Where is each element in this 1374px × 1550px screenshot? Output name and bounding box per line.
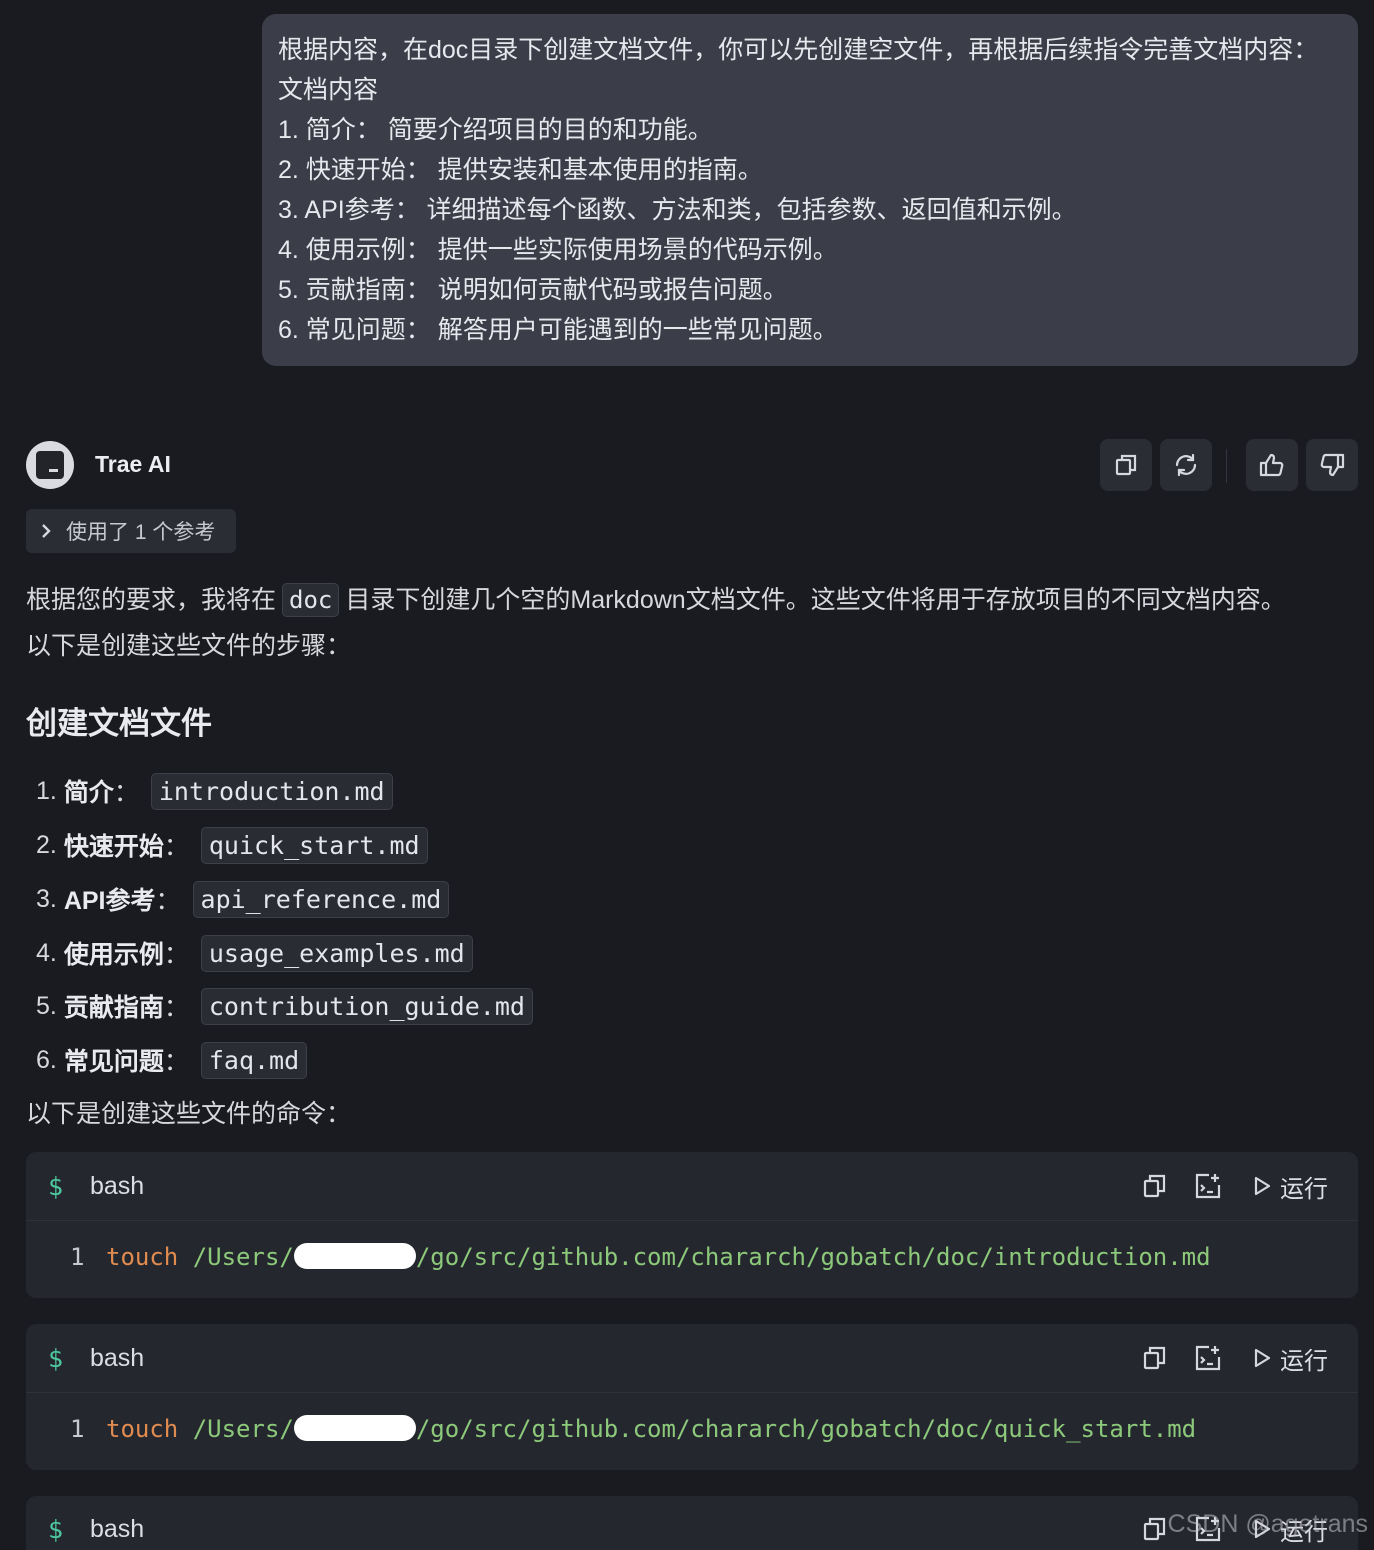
list-number: 1. [36,776,57,805]
line-number: 1 [70,1243,85,1271]
list-label: 贡献指南 [63,994,164,1022]
list-item: 6. 常见问题： faq.md [36,1040,308,1080]
user-message-line: 2. 快速开始： 提供安装和基本使用的指南。 [278,156,763,184]
assistant-header: Trae AI [26,439,1358,491]
inline-code: doc [282,583,340,617]
inline-code: api_reference.md [192,880,450,918]
list-number: 3. [36,884,57,913]
insert-terminal-button[interactable] [1194,1344,1222,1372]
code-body: 1 touch /Users/ /go/src/github.com/charar… [26,1393,1358,1469]
copy-button[interactable] [1100,439,1152,491]
commands-intro: 以下是创建这些文件的命令： [26,1100,352,1128]
code-block: $ bash 运行 1 touch /Users/ /go/src/github.… [26,1324,1358,1470]
watermark: CSDN @agetrans [1167,1510,1368,1538]
code-language: bash [90,1171,145,1200]
intro-text: 根据您的要求，我将在 [26,586,277,614]
list-item: 4. 使用示例： usage_examples.md [36,933,473,973]
run-button[interactable]: 运行 [1252,1341,1328,1376]
redaction-mark [293,1415,416,1441]
user-message-line: 1. 简介： 简要介绍项目的目的和功能。 [278,116,713,144]
command-keyword: touch [106,1415,179,1443]
run-button[interactable]: 运行 [1252,1169,1328,1204]
thumbs-up-icon [1259,453,1284,477]
intro-text: 目录下创建几个空的Markdown文档文件。这些文件将用于存放项目的不同文档内容… [345,586,1286,614]
inline-code: faq.md [200,1041,308,1079]
list-label: 常见问题 [63,1048,164,1076]
like-button[interactable] [1246,439,1298,491]
list-label: 简介 [63,779,114,807]
play-icon [1254,1348,1271,1368]
user-message-line: 4. 使用示例： 提供一些实际使用场景的代码示例。 [278,236,838,264]
list-number: 5. [36,991,57,1020]
copy-icon [1115,454,1137,476]
terminal-dollar-icon: $ [48,1343,64,1373]
list-label: 快速开始 [63,833,164,861]
redaction-mark [293,1243,416,1269]
run-label: 运行 [1280,1175,1328,1203]
run-label: 运行 [1280,1347,1328,1375]
assistant-name: Trae AI [95,451,171,477]
copy-code-button[interactable] [1142,1345,1168,1371]
thumbs-down-icon [1320,453,1345,477]
user-message-line: 根据内容，在doc目录下创建文档文件，你可以先创建空文件，再根据后续指令完善文档… [278,36,1319,64]
dislike-button[interactable] [1306,439,1358,491]
inline-code: quick_start.md [200,826,428,864]
list-item: 1. 简介： introduction.md [36,771,393,811]
terminal-insert-icon [1195,1173,1221,1199]
inline-code: contribution_guide.md [200,987,533,1025]
intro-text: 以下是创建这些文件的步骤： [26,632,352,660]
code-line: touch /Users/ /go/src/github.com/chararch… [106,1415,1196,1443]
code-block-header: $ bash 运行 [26,1496,1358,1550]
copy-icon [1143,1174,1166,1198]
code-language: bash [90,1343,145,1372]
list-item: 3. API参考： api_reference.md [36,879,450,919]
chevron-right-icon [26,523,66,539]
list-item: 2. 快速开始： quick_start.md [36,825,428,865]
line-number: 1 [70,1415,85,1443]
user-message-bubble: 根据内容，在doc目录下创建文档文件，你可以先创建空文件，再根据后续指令完善文档… [262,14,1358,366]
references-label: 使用了 1 个参考 [66,521,216,544]
refresh-icon [1175,453,1197,477]
terminal-dollar-icon: $ [48,1171,64,1201]
inline-code: introduction.md [150,772,393,810]
play-icon [1254,1176,1271,1196]
avatar [26,441,74,489]
user-message-line: 6. 常见问题： 解答用户可能遇到的一些常见问题。 [278,316,838,344]
intro-paragraph: 根据您的要求，我将在 doc 目录下创建几个空的Markdown文档文件。这些文件将… [26,577,1286,669]
path-suffix: /go/src/github.com/chararch/gobatch/doc/… [415,1415,1197,1443]
user-message-line: 3. API参考： 详细描述每个函数、方法和类，包括参数、返回值和示例。 [278,196,1077,224]
command-keyword: touch [106,1243,179,1271]
path-prefix: /Users/ [192,1243,294,1271]
terminal-insert-icon [1195,1345,1221,1371]
code-language: bash [90,1514,145,1543]
list-number: 2. [36,830,57,859]
copy-code-button[interactable] [1142,1516,1168,1542]
references-toggle[interactable]: 使用了 1 个参考 [26,509,236,553]
code-block: $ bash 运行 1 touch /Users/ /go/src/github.… [26,1152,1358,1298]
list-label: API参考 [63,887,156,915]
copy-icon [1143,1517,1166,1541]
user-message-line: 5. 贡献指南： 说明如何贡献代码或报告问题。 [278,276,788,304]
copy-icon [1143,1346,1166,1370]
user-message-line: 文档内容 [278,76,379,104]
code-block: $ bash 运行 [26,1496,1358,1550]
list-number: 6. [36,1045,57,1074]
code-block-header: $ bash 运行 [26,1324,1358,1393]
list-number: 4. [36,938,57,967]
section-heading: 创建文档文件 [26,706,212,741]
regenerate-button[interactable] [1160,439,1212,491]
insert-terminal-button[interactable] [1194,1172,1222,1200]
code-body: 1 touch /Users/ /go/src/github.com/charar… [26,1221,1358,1297]
path-prefix: /Users/ [192,1415,294,1443]
toolbar-divider [1226,449,1227,483]
code-line: touch /Users/ /go/src/github.com/chararch… [106,1243,1211,1271]
inline-code: usage_examples.md [200,934,473,972]
terminal-dollar-icon: $ [48,1514,64,1544]
list-label: 使用示例 [63,941,164,969]
copy-code-button[interactable] [1142,1173,1168,1199]
list-item: 5. 贡献指南： contribution_guide.md [36,986,533,1026]
path-suffix: /go/src/github.com/chararch/gobatch/doc/… [415,1243,1211,1271]
trae-logo-icon [36,451,64,479]
code-block-header: $ bash 运行 [26,1152,1358,1221]
